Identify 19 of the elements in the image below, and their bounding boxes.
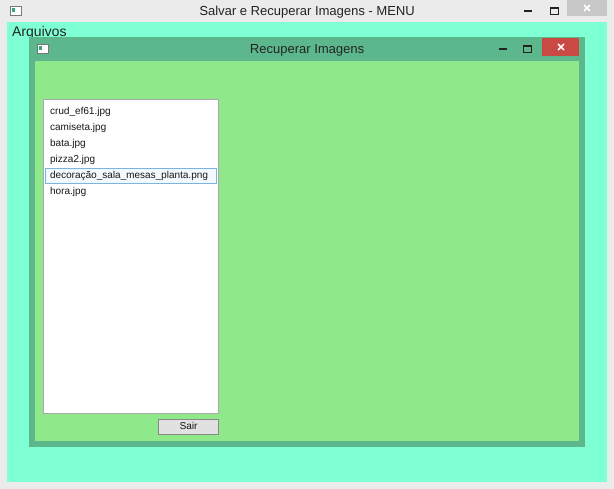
minimize-icon [499, 48, 507, 50]
file-list-item[interactable]: bata.jpg [45, 136, 217, 152]
file-list-item[interactable]: pizza2.jpg [45, 152, 217, 168]
close-icon [583, 4, 591, 12]
app-icon [37, 44, 49, 54]
maximize-icon [522, 45, 532, 53]
file-list-item[interactable]: decoração_sala_mesas_planta.png [45, 168, 217, 184]
maximize-icon [550, 7, 558, 15]
file-list-item[interactable]: crud_ef61.jpg [45, 104, 217, 120]
app-icon [10, 6, 22, 16]
close-icon [556, 43, 564, 51]
exit-button[interactable]: Sair [158, 419, 219, 435]
minimize-icon [524, 10, 532, 12]
file-list-item[interactable]: hora.jpg [45, 184, 217, 200]
menu-item[interactable]: Arquivos [7, 22, 72, 37]
file-list-item[interactable]: camiseta.jpg [45, 120, 217, 136]
window-title: Salvar e Recuperar Imagens - MENU [199, 2, 415, 20]
child-window-title: Recuperar Imagens [250, 40, 364, 58]
close-button[interactable] [542, 38, 579, 56]
